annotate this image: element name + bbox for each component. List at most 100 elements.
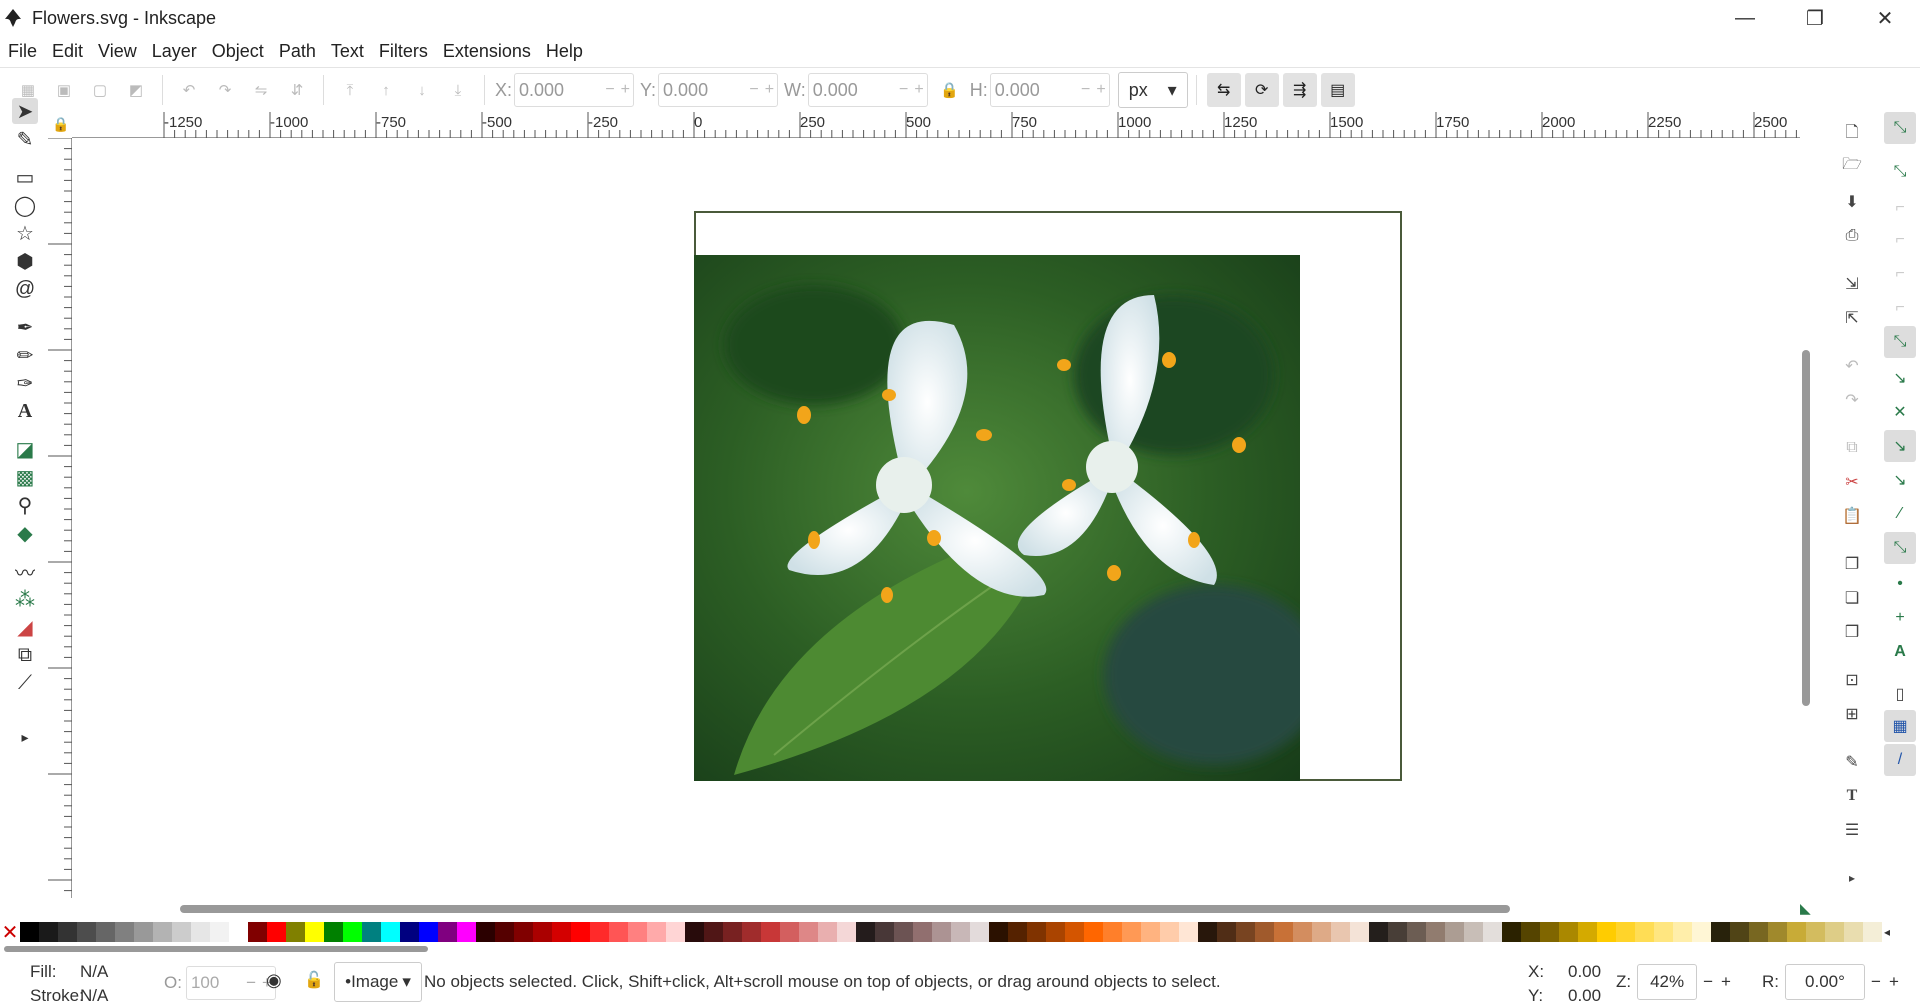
color-swatch[interactable] xyxy=(1730,922,1749,942)
menu-view[interactable]: View xyxy=(98,41,137,62)
save-icon[interactable]: ⬇ xyxy=(1838,188,1866,216)
ruler-lock-icon[interactable]: 🔒 xyxy=(52,116,69,133)
plus-icon[interactable]: + xyxy=(765,81,774,99)
close-button[interactable]: ✕ xyxy=(1850,0,1920,36)
layers-icon[interactable]: ☰ xyxy=(1838,816,1866,844)
snap-path-icon[interactable]: ↘ xyxy=(1884,362,1916,394)
color-swatch[interactable] xyxy=(989,922,1008,942)
color-swatch[interactable] xyxy=(1863,922,1882,942)
color-swatch[interactable] xyxy=(400,922,419,942)
color-swatch[interactable] xyxy=(780,922,799,942)
color-swatch[interactable] xyxy=(1103,922,1122,942)
color-swatch[interactable] xyxy=(191,922,210,942)
color-swatch[interactable] xyxy=(1787,922,1806,942)
plus-icon[interactable]: + xyxy=(621,81,630,99)
palette-menu-icon[interactable]: ◂ xyxy=(1884,925,1890,939)
menu-path[interactable]: Path xyxy=(279,41,316,62)
rotation-input[interactable]: 0.00° xyxy=(1785,964,1865,1000)
color-swatch[interactable] xyxy=(1027,922,1046,942)
color-swatch[interactable] xyxy=(1179,922,1198,942)
star-tool-icon[interactable]: ☆ xyxy=(12,220,38,246)
y-input[interactable]: 0.000 − + xyxy=(658,73,779,107)
selector-tool-icon[interactable]: ➤ xyxy=(12,98,38,124)
spray-tool-icon[interactable]: ⁂ xyxy=(12,586,38,612)
color-swatch[interactable] xyxy=(153,922,172,942)
color-swatch[interactable] xyxy=(457,922,476,942)
color-swatch[interactable] xyxy=(1236,922,1255,942)
color-swatch[interactable] xyxy=(1388,922,1407,942)
color-swatch[interactable] xyxy=(1198,922,1217,942)
color-swatch[interactable] xyxy=(1065,922,1084,942)
color-swatch[interactable] xyxy=(20,922,39,942)
print-icon[interactable]: ⎙ xyxy=(1838,222,1866,250)
menu-help[interactable]: Help xyxy=(546,41,583,62)
color-swatch[interactable] xyxy=(856,922,875,942)
snap-cusp-icon[interactable]: ↘ xyxy=(1884,430,1916,462)
color-swatch[interactable] xyxy=(1825,922,1844,942)
raise-to-top-icon[interactable]: ⤒ xyxy=(338,78,362,102)
snap-bbox-edge-icon[interactable]: ⌐ xyxy=(1884,192,1916,224)
dropper-tool-icon[interactable]: ⚲ xyxy=(12,492,38,518)
measure-tool-icon[interactable]: ⟋ xyxy=(12,670,38,696)
snap-nodes-icon[interactable]: ⤡ xyxy=(1884,326,1916,358)
import-icon[interactable]: ⇲ xyxy=(1838,270,1866,298)
color-swatch[interactable] xyxy=(571,922,590,942)
color-swatch[interactable] xyxy=(1160,922,1179,942)
color-swatch[interactable] xyxy=(799,922,818,942)
layer-lock-icon[interactable]: 🔓 xyxy=(304,970,324,990)
snap-center-icon[interactable]: • xyxy=(1884,568,1916,600)
new-document-icon[interactable]: 🗋 xyxy=(1838,120,1866,148)
color-swatch[interactable] xyxy=(1540,922,1559,942)
color-swatch[interactable] xyxy=(419,922,438,942)
color-swatch[interactable] xyxy=(1768,922,1787,942)
color-swatch[interactable] xyxy=(1046,922,1065,942)
plus-icon[interactable]: + xyxy=(1096,81,1105,99)
snap-midpoint-icon[interactable]: ⁄ xyxy=(1884,498,1916,530)
lower-to-bottom-icon[interactable]: ⤓ xyxy=(446,78,470,102)
color-swatch[interactable] xyxy=(837,922,856,942)
color-swatch[interactable] xyxy=(1084,922,1103,942)
color-swatch[interactable] xyxy=(210,922,229,942)
color-swatch[interactable] xyxy=(39,922,58,942)
expand-toolbox-icon[interactable]: ▸ xyxy=(12,724,38,750)
gradient-tool-icon[interactable]: ◪ xyxy=(12,436,38,462)
color-swatch[interactable] xyxy=(666,922,685,942)
clone-icon[interactable]: ❏ xyxy=(1838,584,1866,612)
snap-bbox-corner-icon[interactable]: ⌐ xyxy=(1884,224,1916,256)
color-swatch[interactable] xyxy=(362,922,381,942)
color-swatch[interactable] xyxy=(58,922,77,942)
x-input[interactable]: 0.000 − + xyxy=(514,73,635,107)
color-swatch[interactable] xyxy=(305,922,324,942)
menu-filters[interactable]: Filters xyxy=(379,41,428,62)
color-swatch[interactable] xyxy=(628,922,647,942)
color-swatch[interactable] xyxy=(229,922,248,942)
color-swatch[interactable] xyxy=(1749,922,1768,942)
color-swatch[interactable] xyxy=(647,922,666,942)
color-swatch[interactable] xyxy=(1274,922,1293,942)
color-swatch[interactable] xyxy=(248,922,267,942)
scale-stroke-icon[interactable]: ⇆ xyxy=(1206,73,1241,107)
flip-vertical-icon[interactable]: ⇵ xyxy=(285,78,309,102)
current-layer-select[interactable]: •Image ▾ xyxy=(334,962,422,1002)
color-swatch[interactable] xyxy=(96,922,115,942)
color-swatch[interactable] xyxy=(1350,922,1369,942)
color-swatch[interactable] xyxy=(1369,922,1388,942)
text-font-icon[interactable]: T xyxy=(1838,782,1866,810)
color-swatch[interactable] xyxy=(514,922,533,942)
color-swatch[interactable] xyxy=(1635,922,1654,942)
snap-others-icon[interactable]: ⤡ xyxy=(1884,532,1916,564)
transform-patterns-icon[interactable]: ▤ xyxy=(1320,73,1355,107)
minus-icon[interactable]: − xyxy=(1081,81,1090,99)
color-swatch[interactable] xyxy=(267,922,286,942)
color-swatch[interactable] xyxy=(1426,922,1445,942)
snap-toggle-icon[interactable]: ⤡ xyxy=(1884,112,1916,144)
color-swatch[interactable] xyxy=(552,922,571,942)
maximize-button[interactable]: ❐ xyxy=(1780,0,1850,36)
color-swatch[interactable] xyxy=(951,922,970,942)
snap-smooth-icon[interactable]: ↘ xyxy=(1884,464,1916,496)
color-swatch[interactable] xyxy=(1654,922,1673,942)
color-swatch[interactable] xyxy=(1616,922,1635,942)
text-tool-icon[interactable]: A xyxy=(12,398,38,424)
color-swatch[interactable] xyxy=(761,922,780,942)
color-swatch[interactable] xyxy=(1597,922,1616,942)
